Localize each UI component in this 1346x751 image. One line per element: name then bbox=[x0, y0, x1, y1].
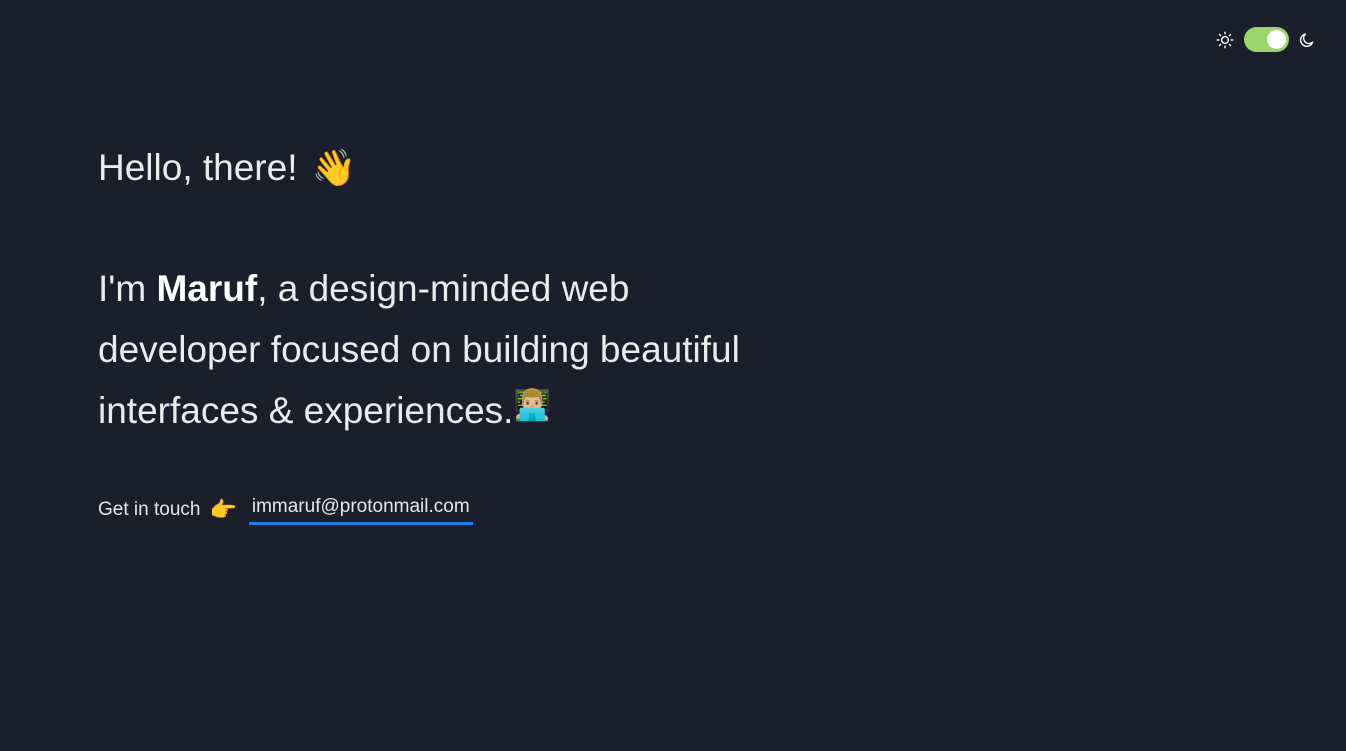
waving-hand-icon: 👋 bbox=[311, 147, 357, 188]
email-link[interactable]: immaruf@protonmail.com bbox=[248, 494, 473, 525]
intro-paragraph: I'm Maruf, a design-minded web developer… bbox=[98, 258, 778, 444]
theme-toggle bbox=[1216, 27, 1316, 52]
contact-label: Get in touch bbox=[98, 498, 201, 520]
intro-name: Maruf bbox=[156, 268, 258, 309]
theme-switch[interactable] bbox=[1244, 27, 1289, 52]
intro-prefix: I'm bbox=[98, 268, 157, 309]
greeting-heading: Hello, there! 👋 bbox=[98, 143, 356, 193]
moon-icon[interactable] bbox=[1298, 31, 1316, 49]
technologist-icon: 👨🏼‍💻 bbox=[513, 389, 551, 422]
pointing-hand-icon: 👉 bbox=[209, 496, 237, 522]
switch-knob bbox=[1267, 30, 1286, 49]
contact-row: Get in touch 👉 immaruf@protonmail.com bbox=[98, 494, 473, 525]
greeting-text: Hello, there! bbox=[98, 147, 298, 188]
sun-icon[interactable] bbox=[1216, 31, 1234, 49]
